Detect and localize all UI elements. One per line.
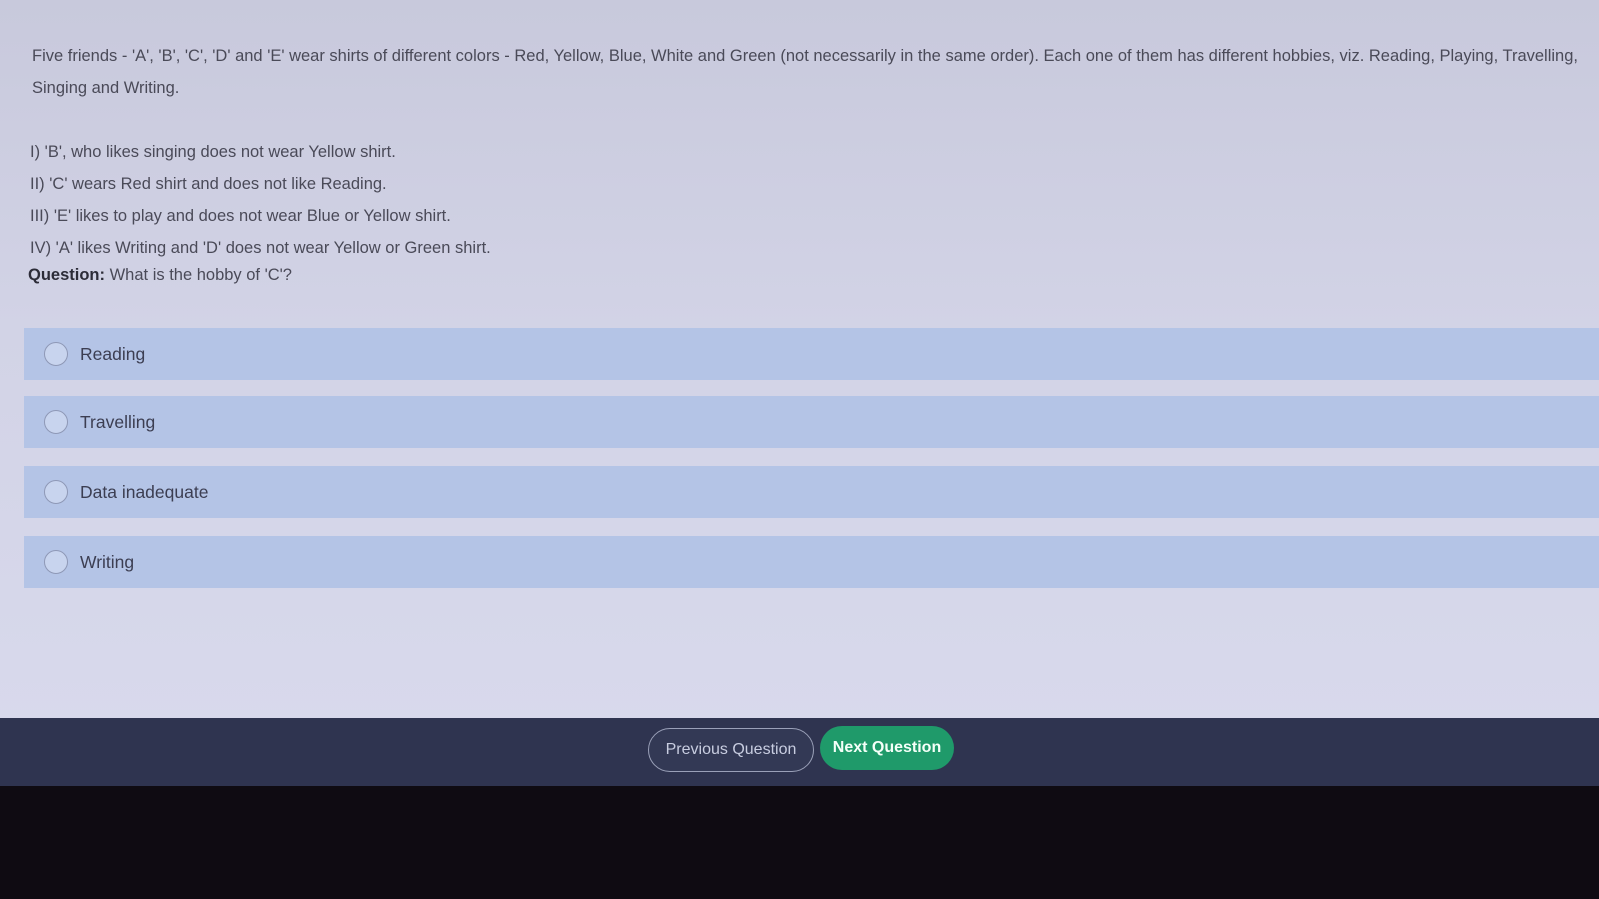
option-label: Reading — [80, 343, 146, 364]
clue-item: III) 'E' likes to play and does not wear… — [30, 207, 451, 225]
option-travelling[interactable]: Travelling — [24, 396, 1599, 448]
navigation-bar: Previous Question Next Question — [0, 718, 1599, 786]
radio-button[interactable] — [44, 410, 68, 434]
question-line: Question: What is the hobby of 'C'? — [28, 266, 292, 285]
next-question-button[interactable]: Next Question — [820, 726, 954, 770]
question-passage: Five friends - 'A', 'B', 'C', 'D' and 'E… — [32, 47, 1578, 97]
option-label: Data inadequate — [80, 481, 209, 502]
option-label: Writing — [80, 551, 135, 572]
radio-button[interactable] — [44, 480, 68, 504]
option-label: Travelling — [80, 411, 156, 432]
clue-item: I) 'B', who likes singing does not wear … — [30, 143, 396, 161]
quiz-screen: Five friends - 'A', 'B', 'C', 'D' and 'E… — [0, 0, 1599, 730]
question-text: What is the hobby of 'C'? — [109, 266, 292, 284]
radio-button[interactable] — [44, 550, 68, 574]
previous-question-button[interactable]: Previous Question — [648, 728, 814, 772]
clue-item: II) 'C' wears Red shirt and does not lik… — [30, 175, 387, 193]
option-reading[interactable]: Reading — [24, 328, 1599, 380]
clue-item: IV) 'A' likes Writing and 'D' does not w… — [30, 239, 491, 257]
option-data-inadequate[interactable]: Data inadequate — [24, 466, 1599, 518]
background-surface — [0, 786, 1599, 899]
question-label: Question: — [28, 266, 105, 284]
clue-list: I) 'B', who likes singing does not wear … — [30, 136, 491, 264]
radio-button[interactable] — [44, 342, 68, 366]
option-writing[interactable]: Writing — [24, 536, 1599, 588]
